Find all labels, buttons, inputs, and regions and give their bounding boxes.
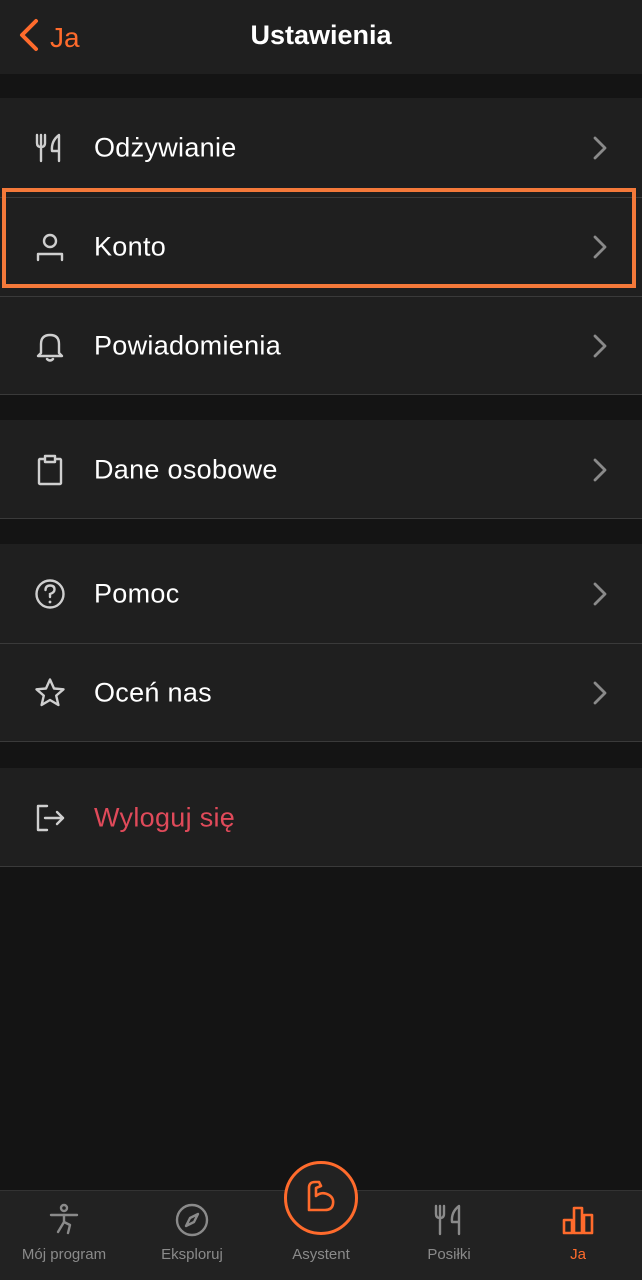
- logout-icon: [32, 800, 68, 836]
- divider: [0, 741, 642, 742]
- settings-group-support: Pomoc Oceń nas: [0, 544, 642, 742]
- tab-label: Posiłki: [427, 1246, 471, 1263]
- settings-group-logout: Wyloguj się: [0, 768, 642, 867]
- tab-label: Asystent: [292, 1246, 350, 1263]
- settings-item-nutrition[interactable]: Odżywianie: [0, 98, 642, 197]
- tab-explore[interactable]: Eksploruj: [128, 1190, 256, 1280]
- settings-item-label: Powiadomienia: [94, 330, 282, 360]
- page-title: Ustawienia: [250, 20, 392, 50]
- chevron-right-icon: [592, 333, 608, 359]
- settings-item-label: Odżywianie: [94, 132, 237, 162]
- divider: [0, 518, 642, 519]
- chevron-right-icon: [592, 457, 608, 483]
- logout-label: Wyloguj się: [94, 802, 236, 832]
- divider: [0, 394, 642, 395]
- chevron-right-icon: [592, 234, 608, 260]
- settings-item-label: Pomoc: [94, 578, 180, 608]
- logout-button[interactable]: Wyloguj się: [0, 768, 642, 867]
- settings-item-account[interactable]: Konto: [0, 197, 642, 296]
- fork-knife-icon: [32, 130, 68, 166]
- settings-item-label: Oceń nas: [94, 677, 212, 707]
- chevron-right-icon: [592, 680, 608, 706]
- nav-bar: Ja Ustawienia: [0, 0, 642, 74]
- chevron-right-icon: [592, 581, 608, 607]
- tab-label: Eksploruj: [161, 1246, 223, 1263]
- person-icon: [32, 229, 68, 265]
- tab-meals[interactable]: Posiłki: [385, 1190, 513, 1280]
- settings-item-label: Dane osobowe: [94, 454, 278, 484]
- clipboard-icon: [32, 452, 68, 488]
- star-icon: [32, 675, 68, 711]
- tab-me[interactable]: Ja: [514, 1190, 642, 1280]
- tab-label: Mój program: [21, 1246, 107, 1263]
- question-circle-icon: [32, 576, 68, 612]
- settings-item-label: Konto: [94, 231, 167, 261]
- muscle-arm-icon: [301, 1176, 341, 1221]
- tab-my-program[interactable]: Mój program: [0, 1190, 128, 1280]
- compass-icon: [174, 1202, 210, 1238]
- settings-group-personal: Dane osobowe: [0, 420, 642, 519]
- bell-icon: [32, 328, 68, 364]
- settings-group-main: Odżywianie Konto Powiadomienia: [0, 98, 642, 395]
- settings-item-notifications[interactable]: Powiadomienia: [0, 296, 642, 395]
- person-exercise-icon: [46, 1202, 82, 1238]
- fork-knife-icon: [431, 1202, 467, 1238]
- assistant-button[interactable]: [284, 1161, 358, 1235]
- settings-item-personal-data[interactable]: Dane osobowe: [0, 420, 642, 519]
- bar-chart-icon: [560, 1202, 596, 1238]
- divider: [0, 866, 642, 867]
- chevron-right-icon: [592, 135, 608, 161]
- settings-item-rate-us[interactable]: Oceń nas: [0, 643, 642, 742]
- tab-label: Ja: [570, 1246, 586, 1263]
- settings-item-help[interactable]: Pomoc: [0, 544, 642, 643]
